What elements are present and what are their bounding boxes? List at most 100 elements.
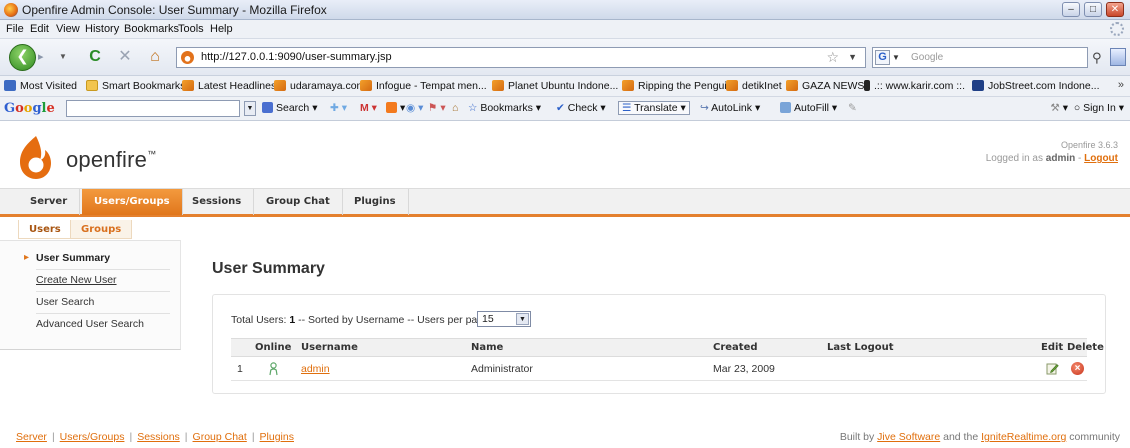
delete-icon[interactable]: × — [1071, 362, 1084, 375]
subtab-groups[interactable]: Groups — [70, 220, 133, 239]
subtab-users[interactable]: Users — [18, 220, 72, 239]
translate-icon: ☰ — [622, 102, 632, 114]
footer-credit: Built by Jive Software and the IgniteRea… — [840, 431, 1120, 443]
footer-link-server[interactable]: Server — [16, 431, 47, 443]
url-dropdown-icon[interactable]: ▼ — [848, 52, 857, 62]
close-window-button[interactable]: ✕ — [1106, 2, 1124, 17]
bookmark-jobstreet[interactable]: JobStreet.com Indone... — [972, 80, 1099, 92]
google-autofill-button[interactable]: AutoFill ▾ — [780, 102, 837, 114]
username-link[interactable]: admin — [301, 363, 330, 375]
google-engine-icon[interactable]: G — [875, 50, 890, 65]
menu-edit[interactable]: Edit — [30, 23, 49, 35]
gmail-icon[interactable]: M ▾ — [360, 102, 377, 114]
tab-group-chat[interactable]: Group Chat — [254, 189, 343, 215]
url-text[interactable]: http://127.0.0.1:9090/user-summary.jsp — [201, 51, 392, 63]
engine-dropdown-icon[interactable]: ▼ — [892, 53, 900, 62]
bookmark-label: Smart Bookmarks — [102, 80, 186, 92]
google-translate-button[interactable]: ☰ Translate ▾ — [618, 101, 690, 115]
bookmark-infogue[interactable]: Infogue - Tempat men... — [360, 80, 487, 92]
feed-icon — [182, 80, 194, 91]
reload-icon[interactable]: C — [86, 48, 104, 66]
bookmark-gaza-news[interactable]: GAZA NEWS — [786, 80, 864, 92]
google-search-dropdown-icon[interactable]: ▼ — [244, 101, 256, 116]
menu-bookmarks[interactable]: Bookmarks — [124, 23, 179, 35]
bookmark-latest-headlines[interactable]: Latest Headlines — [182, 80, 276, 92]
menu-file[interactable]: File — [6, 23, 24, 35]
stop-icon[interactable]: ✕ — [116, 48, 134, 66]
igniterealtime-link[interactable]: IgniteRealtime.org — [981, 431, 1066, 443]
google-logo[interactable]: Google — [4, 101, 55, 116]
menu-tools[interactable]: Tools — [178, 23, 204, 35]
forward-button[interactable]: ▸ — [38, 49, 54, 65]
bookmark-udaramaya[interactable]: udaramaya.com — [274, 80, 365, 92]
history-dropdown-icon[interactable]: ▼ — [58, 48, 68, 66]
google-home-icon[interactable]: ⌂ — [452, 102, 458, 114]
blogger-icon[interactable]: ▾ — [386, 102, 405, 114]
google-sign-in[interactable]: ⚒ ▾ ○ Sign In ▾ — [1050, 102, 1124, 114]
sidebar-divider — [36, 291, 170, 292]
tab-server[interactable]: Server — [18, 189, 81, 215]
sidebar-item-user-summary[interactable]: User Summary — [24, 252, 110, 264]
google-search-field[interactable] — [66, 100, 240, 117]
tab-users-groups[interactable]: Users/Groups — [82, 189, 183, 215]
edit-icon[interactable] — [1046, 362, 1059, 375]
column-username: Username — [301, 342, 358, 353]
column-last-logout: Last Logout — [827, 342, 894, 353]
footer-link-plugins[interactable]: Plugins — [260, 431, 294, 443]
users-per-page-select[interactable]: 15 ▼ — [477, 311, 531, 327]
tab-plugins[interactable]: Plugins — [342, 189, 409, 215]
sidebar-item-user-search[interactable]: User Search — [36, 296, 94, 308]
sidebar-item-create-new-user[interactable]: Create New User — [36, 274, 117, 286]
minimize-button[interactable]: – — [1062, 2, 1080, 17]
footer-link-group-chat[interactable]: Group Chat — [193, 431, 247, 443]
bookmark-detikinet[interactable]: detikInet — [726, 80, 782, 92]
menu-help[interactable]: Help — [210, 23, 233, 35]
menu-view[interactable]: View — [56, 23, 80, 35]
google-plus-icon[interactable]: ✚ ▾ — [330, 102, 347, 114]
firefox-icon — [4, 3, 18, 17]
sidebar-item-advanced-user-search[interactable]: Advanced User Search — [36, 318, 144, 330]
google-autolink-button[interactable]: ↪ AutoLink ▾ — [700, 102, 760, 114]
user-full-name: Administrator — [471, 363, 533, 375]
google-check-label: Check — [567, 102, 598, 114]
jive-software-link[interactable]: Jive Software — [877, 431, 940, 443]
feed-icon — [726, 80, 738, 91]
search-placeholder[interactable]: Google — [911, 52, 943, 63]
page-style-icon[interactable] — [1110, 48, 1126, 66]
bookmark-ripping-penguin[interactable]: Ripping the Penguin — [622, 80, 733, 92]
maximize-button[interactable]: □ — [1084, 2, 1102, 17]
feed-icon — [492, 80, 504, 91]
search-bar[interactable]: G ▼ Google — [872, 47, 1088, 68]
brand-name: openfire — [66, 147, 148, 172]
logout-link[interactable]: Logout — [1084, 153, 1118, 164]
bookmark-smart-bookmarks[interactable]: Smart Bookmarks — [86, 80, 185, 92]
google-search-label: Search — [276, 102, 310, 114]
google-bookmarks-label: Bookmarks — [480, 102, 533, 114]
bookmark-karir[interactable]: .:: www.karir.com ::. — [864, 80, 965, 92]
home-icon[interactable]: ⌂ — [146, 48, 164, 66]
google-settings-icon[interactable]: ✎ — [848, 102, 857, 114]
menu-history[interactable]: History — [85, 23, 119, 35]
select-dropdown-icon[interactable]: ▼ — [516, 313, 529, 325]
google-check-button[interactable]: ✔ Check ▾ — [556, 102, 606, 114]
footer-link-sessions[interactable]: Sessions — [137, 431, 180, 443]
footer-link-users-groups[interactable]: Users/Groups — [60, 431, 125, 443]
login-status: Logged in as admin - Logout — [985, 153, 1118, 164]
back-button[interactable]: ❮ — [9, 44, 36, 71]
search-go-icon[interactable]: ⚲ — [1092, 50, 1102, 66]
column-created: Created — [713, 342, 758, 353]
bookmarks-overflow-icon[interactable]: » — [1118, 79, 1124, 91]
share-icon[interactable]: ◉ ▾ — [406, 102, 423, 114]
bookmark-planet-ubuntu[interactable]: Planet Ubuntu Indone... — [492, 80, 618, 92]
google-search-button[interactable]: Search ▾ — [262, 102, 317, 114]
page-title: User Summary — [212, 260, 325, 277]
url-bar[interactable]: http://127.0.0.1:9090/user-summary.jsp ☆… — [176, 47, 866, 68]
user-status-icon — [269, 362, 278, 376]
bookmark-most-visited[interactable]: Most Visited — [4, 80, 77, 92]
bookmark-label: udaramaya.com — [290, 80, 366, 92]
bookmark-star-icon[interactable]: ☆ — [826, 49, 839, 66]
notebook-icon[interactable]: ⚑ ▾ — [428, 102, 446, 114]
google-bookmarks-button[interactable]: ☆ Bookmarks ▾ — [468, 102, 541, 114]
row-index: 1 — [237, 363, 243, 375]
tab-sessions[interactable]: Sessions — [180, 189, 255, 215]
